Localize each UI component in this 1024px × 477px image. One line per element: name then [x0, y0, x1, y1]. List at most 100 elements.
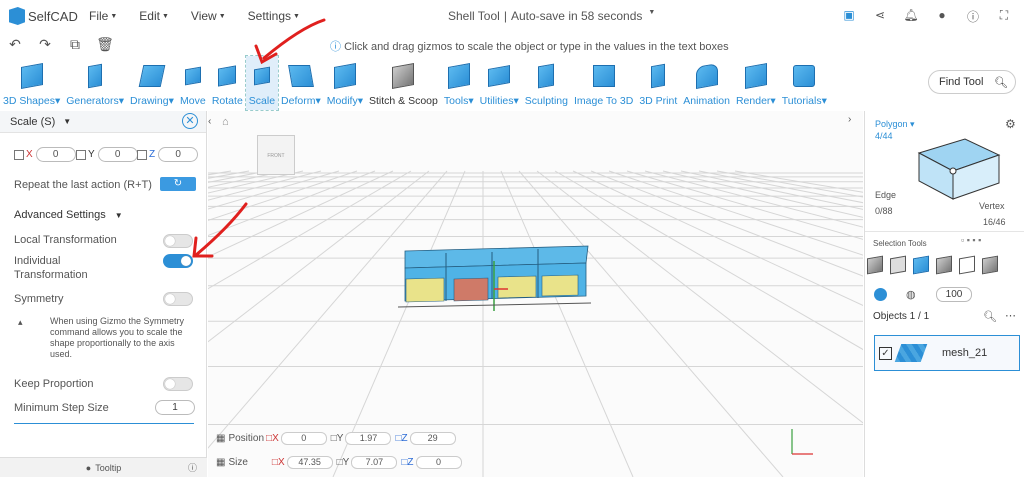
size-y-input[interactable]: 7.07 [351, 456, 398, 469]
polygon-mode[interactable]: Polygon ▾ [875, 119, 915, 130]
search-icon[interactable]: 🔍︎ [983, 310, 997, 323]
selfcad-logo[interactable]: SelfCAD [9, 7, 89, 25]
tool-animation[interactable]: Animation [680, 56, 733, 110]
tool-utilities[interactable]: Utilities▾ [477, 56, 522, 110]
render-icon [743, 61, 769, 91]
y-value: 0 [114, 149, 121, 160]
brush-size-stepper[interactable]: 100 [936, 287, 972, 302]
size-x-input[interactable]: 47.35 [286, 456, 333, 469]
tool-label: Rotate [211, 95, 243, 107]
view-cube[interactable]: FRONT [257, 135, 295, 175]
caret-down-icon[interactable]: ▼ [63, 117, 71, 126]
individual-transformation-toggle[interactable] [163, 254, 193, 268]
tool-sculpting[interactable]: Sculpting [522, 56, 571, 110]
notification-bell-icon[interactable]: 🔔︎ [903, 8, 919, 25]
tool-label: Sculpting [524, 95, 568, 107]
tool-tools[interactable]: Tools▾ [441, 56, 477, 110]
position-label: Position [228, 433, 265, 444]
select-paint-icon[interactable] [982, 255, 998, 275]
caret-down-icon: ▼ [114, 211, 123, 220]
repeat-action-button[interactable]: ↻ [160, 177, 196, 191]
copy-icon[interactable]: ⧉ [60, 36, 90, 53]
menu-file-label: File [89, 9, 109, 23]
tool-image-to-3d[interactable]: Image To 3D [571, 56, 636, 110]
advanced-settings-header[interactable]: Advanced Settings ▼ [14, 209, 123, 221]
3d-viewport[interactable]: ⌂ ‹ › FRONT ▦ Position □X 0 □Y 1.97 □Z 2… [208, 111, 863, 477]
y-checkbox[interactable] [76, 149, 86, 160]
caret-down-icon: ▼ [218, 12, 226, 20]
edge-label[interactable]: Edge [875, 190, 896, 200]
vertex-label[interactable]: Vertex [979, 201, 1005, 211]
project-title[interactable]: Shell Tool | Auto-save in 58 seconds ▼ [448, 9, 655, 23]
brush-circle-icon[interactable] [874, 288, 887, 301]
brush-sphere-icon[interactable]: ◍ [906, 288, 916, 301]
local-transformation-toggle[interactable] [163, 234, 193, 248]
z-value-stepper[interactable]: 0 [158, 147, 199, 162]
undo-icon[interactable]: ↶ [0, 36, 30, 53]
save-icon[interactable]: ▣ [841, 8, 857, 25]
select-grid-icon[interactable] [890, 255, 906, 275]
select-cube-icon[interactable] [867, 255, 883, 275]
keep-proportion-toggle[interactable] [163, 377, 193, 391]
info-icon[interactable]: ⓘ [965, 8, 981, 25]
symmetry-toggle[interactable] [163, 292, 193, 306]
tool-3d-print[interactable]: 3D Print [636, 56, 680, 110]
object-list-item[interactable]: ✓ mesh_21 [874, 335, 1020, 371]
selection-mode-cube[interactable] [909, 133, 1005, 205]
select-wire-icon[interactable] [959, 255, 975, 275]
tool-generators[interactable]: Generators▾ [63, 56, 127, 110]
tool-rotate[interactable]: Rotate [209, 56, 246, 110]
tooltip-label: Tooltip [95, 462, 122, 473]
individual-transformation-label-1: Individual [14, 255, 61, 267]
caret-down-icon: ▼ [648, 9, 656, 16]
gear-icon[interactable]: ⚙ [1005, 117, 1016, 131]
tooltip-bar[interactable]: ● Tooltip ⓘ [0, 457, 207, 477]
transform-readout: ▦ Position □X 0 □Y 1.97 □Z 29 ▦ Size □X … [208, 430, 488, 477]
menu-edit[interactable]: Edit ▼ [139, 9, 169, 23]
user-icon[interactable]: ● [934, 8, 950, 25]
selection-extra-icons[interactable]: ▫ ▪ ▪ ▪ [961, 235, 981, 245]
visibility-checkbox[interactable]: ✓ [879, 346, 892, 360]
tool-scale[interactable]: Scale [244, 55, 280, 111]
select-mesh-icon[interactable] [936, 255, 952, 275]
share-icon[interactable]: ⋖ [872, 8, 888, 25]
mesh-object[interactable] [397, 245, 592, 311]
home-view-icon[interactable]: ⌂ [222, 116, 229, 128]
select-face-icon[interactable] [913, 255, 929, 275]
position-x-input[interactable]: 0 [280, 432, 327, 445]
tool-stitch-scoop[interactable]: Stitch & Scoop [366, 56, 441, 110]
tool-modify[interactable]: Modify▾ [324, 56, 366, 110]
tool-deform[interactable]: Deform▾ [278, 56, 324, 110]
tool-tutorials[interactable]: Tutorials▾ [779, 56, 830, 110]
z-checkbox[interactable] [137, 149, 147, 160]
y-value-stepper[interactable]: 0 [97, 147, 138, 162]
position-y-input[interactable]: 1.97 [345, 432, 392, 445]
tool-render[interactable]: Render▾ [733, 56, 779, 110]
close-icon[interactable]: ✕ [182, 113, 198, 129]
tool-drawing[interactable]: Drawing▾ [127, 56, 177, 110]
x-value-stepper[interactable]: 0 [35, 147, 76, 162]
delete-icon[interactable]: 🗑︎ [90, 36, 120, 53]
fullscreen-icon[interactable]: ⛶ [996, 8, 1012, 25]
size-z-input[interactable]: 0 [415, 456, 462, 469]
position-z-input[interactable]: 29 [409, 432, 456, 445]
tool-move[interactable]: Move [177, 56, 209, 110]
refresh-icon: ↻ [173, 178, 183, 189]
x-checkbox[interactable] [14, 149, 24, 160]
tool-label: Stitch & Scoop [368, 95, 438, 107]
tool-label: Modify [326, 95, 358, 107]
tool-3d-shapes[interactable]: 3D Shapes▾ [0, 56, 63, 110]
find-tool-input[interactable]: Find Tool 🔍︎ [928, 70, 1016, 94]
minimum-step-stepper[interactable]: 1 [155, 400, 195, 415]
collapse-right-icon[interactable]: › [848, 114, 860, 128]
menu-file[interactable]: File ▼ [89, 9, 117, 23]
redo-icon[interactable]: ↷ [30, 36, 60, 53]
menu-settings[interactable]: Settings ▼ [248, 9, 300, 23]
menu-view[interactable]: View ▼ [191, 9, 226, 23]
panel-header: Scale (S) ▼ [0, 111, 206, 133]
more-options-icon[interactable]: ⋯ [1005, 309, 1016, 322]
panel-divider [865, 231, 1024, 232]
z-axis-label: □Z [395, 433, 408, 444]
collapse-left-icon[interactable]: ‹ [208, 116, 211, 127]
local-transformation-label: Local Transformation [14, 234, 117, 246]
